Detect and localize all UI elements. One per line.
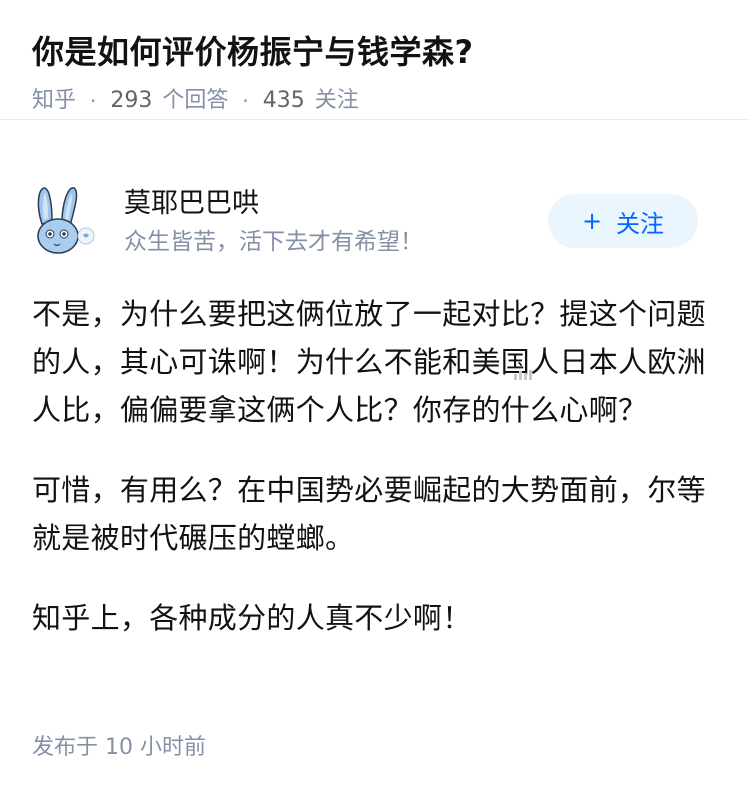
plus-icon: + xyxy=(581,207,603,235)
answer-content: 不是，为什么要把这俩位放了一起对比？提这个问题的人，其心可诛啊！为什么不能和美国… xyxy=(32,290,722,674)
watermark-icon xyxy=(514,370,532,380)
followers-count: 435 xyxy=(262,88,305,113)
author-signature: 众生皆苦，活下去才有希望！ xyxy=(124,229,423,255)
follow-label: 关注 xyxy=(616,209,665,238)
author-card: 莫耶巴巴哄 众生皆苦，活下去才有希望！ + 关注 xyxy=(32,180,718,272)
author-name[interactable]: 莫耶巴巴哄 xyxy=(124,186,259,222)
answer-paragraph: 知乎上，各种成分的人真不少啊！ xyxy=(32,601,472,635)
answer-paragraph: 不是，为什么要把这俩位放了一起对比？提这个问题的人，其心可诛啊！为什么不能和美国… xyxy=(32,297,706,427)
bunny-avatar-icon xyxy=(37,187,95,254)
avatar[interactable] xyxy=(32,184,98,260)
question-header: 你是如何评价杨振宁与钱学森? 知乎 · 293 个回答 · 435 关注 xyxy=(0,0,750,120)
answer-paragraph: 可惜，有用么？在中国势必要崛起的大势面前，尔等就是被时代碾压的螳螂。 xyxy=(32,473,706,555)
answers-count: 293 xyxy=(110,88,153,113)
separator-dot: · xyxy=(242,89,249,113)
separator-dot: · xyxy=(90,89,97,113)
publish-time: 发布于 10 小时前 xyxy=(32,735,206,760)
question-meta: 知乎 · 293 个回答 · 435 关注 xyxy=(32,86,718,116)
follow-button[interactable]: + 关注 xyxy=(548,194,698,248)
source-label[interactable]: 知乎 xyxy=(32,86,76,116)
followers-label[interactable]: 关注 xyxy=(315,86,359,116)
question-title[interactable]: 你是如何评价杨振宁与钱学森? xyxy=(32,30,718,74)
answers-label[interactable]: 个回答 xyxy=(162,86,228,116)
